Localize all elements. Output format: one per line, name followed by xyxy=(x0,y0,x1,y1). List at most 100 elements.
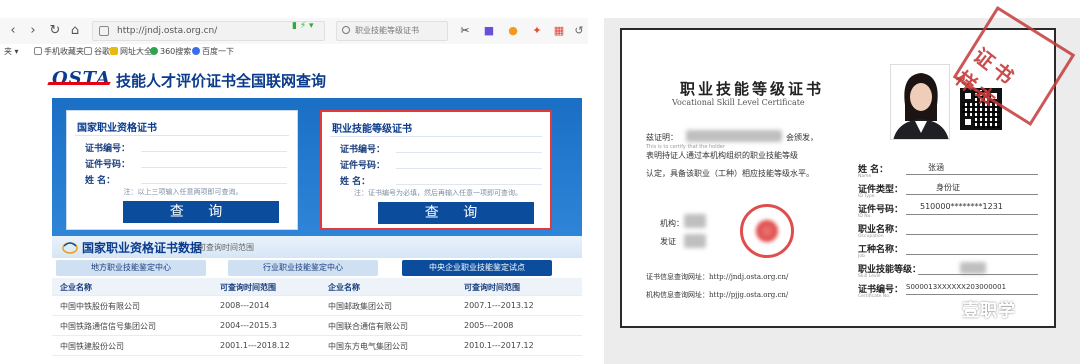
cell: 中国铁路通信信号集团公司 xyxy=(60,322,156,331)
watermark-text: 壹职学 xyxy=(962,301,1016,321)
coin-icon[interactable]: ● xyxy=(506,24,520,38)
field-label: 证书编号： xyxy=(340,145,386,155)
id-type: 身份证 xyxy=(936,183,960,192)
name-input[interactable] xyxy=(141,173,287,184)
field-label-en: Name xyxy=(858,174,872,179)
underline xyxy=(906,194,1038,195)
certificate-subtitle: Vocational Skill Level Certificate xyxy=(672,98,805,107)
cell: 2004---2015.3 xyxy=(220,321,278,330)
browser-toolbar: ‹ › ↻ ⌂ http://jndj.osta.org.cn/ ▮ ⚡ ▾ 职… xyxy=(0,18,588,44)
id-number-input[interactable] xyxy=(141,157,287,168)
underline xyxy=(906,214,1038,215)
bookmarks-bar: 夹 ▾ 手机收藏夹 谷歌 网址大全 360搜索 百度一下 xyxy=(0,44,588,58)
name-input[interactable] xyxy=(396,174,542,185)
redacted-text xyxy=(686,130,782,142)
section-title: 国家职业资格证书数据 xyxy=(82,241,203,255)
table-header: 企业名称 可查询时间范围 企业名称 可查询时间范围 xyxy=(52,278,582,296)
body-text: 认定，具备该职业（工种）相应技能等级水平。 xyxy=(646,169,814,178)
field-label-en: Skill Level xyxy=(858,274,881,279)
field-label-en: Job xyxy=(858,254,865,259)
redacted-org xyxy=(684,214,706,228)
id-number-input[interactable] xyxy=(396,158,542,169)
data-table: 企业名称 可查询时间范围 企业名称 可查询时间范围 中国中铁股份有限公司 200… xyxy=(52,278,582,356)
underline xyxy=(906,174,1038,175)
cell: 中国邮政集团公司 xyxy=(328,302,392,311)
apps-icon[interactable]: ▦ xyxy=(552,24,566,38)
search-text: 职业技能等级证书 xyxy=(355,26,419,35)
osta-logo[interactable]: OSTA xyxy=(47,68,111,89)
cell: 2010.1---2017.12 xyxy=(464,341,534,350)
table-row[interactable]: 中国中铁股份有限公司 2008---2014 中国邮政集团公司 2007.1--… xyxy=(52,296,582,316)
game-icon[interactable]: ✦ xyxy=(530,24,544,38)
extension-icon[interactable]: ■ xyxy=(482,24,496,38)
divider xyxy=(75,135,289,136)
table-row[interactable]: 中国铁路通信信号集团公司 2004---2015.3 中国联合通信有限公司 20… xyxy=(52,316,582,336)
field-label: 姓 名： xyxy=(340,177,371,187)
tab-local-center[interactable]: 地方职业技能鉴定中心 xyxy=(56,260,206,276)
official-seal xyxy=(740,204,794,258)
field-label: 姓 名： xyxy=(85,176,116,186)
holder-photo xyxy=(890,64,950,140)
section-header: 国家职业资格证书数据 可查询时间范围 xyxy=(52,236,582,258)
back-icon[interactable]: ‹ xyxy=(4,22,22,40)
holder-name: 张涵 xyxy=(928,163,944,172)
field-label-en: ID Type xyxy=(858,194,875,199)
underline xyxy=(906,234,1038,235)
skill-level-card: 职业技能等级证书 证书编号： 证件号码： 姓 名： 注：证书编号为必填，然后再输… xyxy=(320,110,552,230)
bookmark-item[interactable]: 百度一下 xyxy=(192,46,234,57)
home-icon[interactable]: ⌂ xyxy=(66,22,84,40)
qr-corner xyxy=(962,116,974,128)
card-title: 国家职业资格证书 xyxy=(77,123,157,134)
shield-icon[interactable]: ▮ ⚡ ▾ xyxy=(292,21,314,31)
bookmark-item[interactable]: 360搜索 xyxy=(150,46,191,57)
national-qualification-card: 国家职业资格证书 证书编号： 证件号码： 姓 名： 注：以上三项输入任意两项即可… xyxy=(66,110,298,230)
field-label: 证书编号： xyxy=(85,144,131,154)
site-header: OSTA 技能人才评价证书全国联网查询 xyxy=(0,58,588,98)
underline xyxy=(918,274,1038,275)
divider xyxy=(330,136,542,137)
bookmarks-icon[interactable]: 夹 ▾ xyxy=(4,46,19,57)
certificate: 职业技能等级证书 Vocational Skill Level Certific… xyxy=(620,6,1076,328)
bookmark-item[interactable]: 网址大全 xyxy=(110,46,152,57)
cell: 2008---2014 xyxy=(220,301,270,310)
tab-industry-center[interactable]: 行业职业技能鉴定中心 xyxy=(228,260,378,276)
column-header: 可查询时间范围 xyxy=(220,283,276,292)
globe-icon xyxy=(62,242,78,254)
certificate-data-section: 国家职业资格证书数据 可查询时间范围 地方职业技能鉴定中心 行业职业技能鉴定中心… xyxy=(52,236,582,364)
card-title: 职业技能等级证书 xyxy=(332,124,412,135)
cell: 中国铁建股份公司 xyxy=(60,342,124,351)
table-row[interactable]: 中国铁建股份公司 2001.1---2018.12 中国东方电气集团公司 201… xyxy=(52,336,582,356)
refresh-icon[interactable]: ↻ xyxy=(46,22,64,40)
tab-central-enterprise[interactable]: 中央企业职业技能鉴定试点 xyxy=(402,260,552,276)
underline xyxy=(906,294,1038,295)
id-number: 510000********1231 xyxy=(920,202,1003,211)
cell: 2001.1---2018.12 xyxy=(220,341,290,350)
undo-icon[interactable]: ↺ xyxy=(572,24,586,38)
browser-window: ‹ › ↻ ⌂ http://jndj.osta.org.cn/ ▮ ⚡ ▾ 职… xyxy=(0,0,588,364)
forward-icon[interactable]: › xyxy=(24,22,42,40)
section-subtitle: 可查询时间范围 xyxy=(198,243,254,252)
search-input[interactable]: 职业技能等级证书 xyxy=(336,21,448,41)
field-label: 证件号码： xyxy=(85,160,131,170)
query-button[interactable]: 查 询 xyxy=(123,201,279,223)
field-label-en: Occupation xyxy=(858,234,884,239)
cell: 2005---2008 xyxy=(464,321,514,330)
cell: 中国联合通信有限公司 xyxy=(328,322,408,331)
certificate-number-input[interactable] xyxy=(141,141,287,152)
query-button[interactable]: 查 询 xyxy=(378,202,534,224)
cell: 中国东方电气集团公司 xyxy=(328,342,408,351)
underline xyxy=(906,254,1038,255)
footer-url: 证书信息查询网址：http://jndj.osta.org.cn/ xyxy=(646,273,789,281)
address-url: http://jndj.osta.org.cn/ xyxy=(117,26,218,36)
scissors-icon[interactable]: ✂ xyxy=(458,24,472,38)
bookmark-item[interactable]: 谷歌 xyxy=(84,46,110,57)
column-header: 企业名称 xyxy=(328,283,360,292)
column-header: 可查询时间范围 xyxy=(464,283,520,292)
address-bar[interactable]: http://jndj.osta.org.cn/ xyxy=(92,21,325,41)
bookmark-item[interactable]: 手机收藏夹 xyxy=(34,46,84,57)
certificate-number: S000013XXXXXX203000001 xyxy=(906,283,1007,291)
cell: 2007.1---2013.12 xyxy=(464,301,534,310)
certificate-number-input[interactable] xyxy=(396,142,542,153)
hint-text: 注：证书编号为必填，然后再输入任意一项即可查询。 xyxy=(354,189,522,197)
field-label: 证件号码： xyxy=(340,161,386,171)
